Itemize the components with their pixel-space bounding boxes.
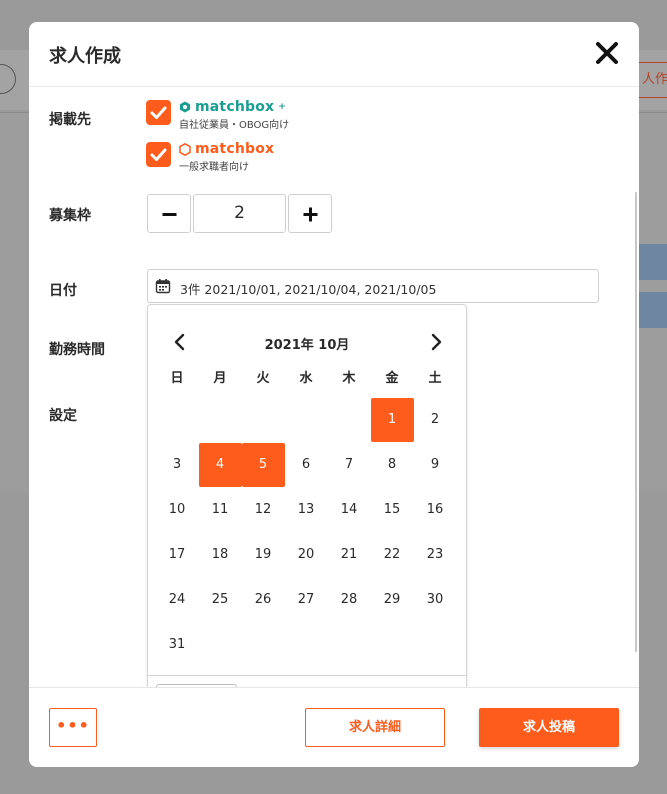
calendar-day[interactable]: 3 — [156, 443, 199, 487]
calendar-day[interactable]: 7 — [328, 443, 371, 487]
brand-subtitle: 一般求職者向け — [179, 162, 249, 173]
destination-checkbox-public[interactable] — [146, 142, 171, 167]
weekday-header: 金 — [385, 371, 399, 386]
calendar-day[interactable]: 20 — [285, 533, 328, 577]
calendar-day[interactable]: 8 — [371, 443, 414, 487]
job-create-modal: 求人作成 掲載先 matchbox + 自社従業員・OBOG向け matchbo… — [29, 22, 639, 767]
weekday-header: 木 — [342, 371, 356, 386]
calendar-day[interactable]: 28 — [328, 578, 371, 622]
calendar-day[interactable]: 22 — [371, 533, 414, 577]
weekday-header: 月 — [213, 371, 227, 386]
calendar-day[interactable]: 10 — [156, 488, 199, 532]
calendar-day[interactable]: 19 — [242, 533, 285, 577]
calendar-day[interactable]: 26 — [242, 578, 285, 622]
brand-subtitle: 自社従業員・OBOG向け — [179, 120, 290, 131]
calendar-day[interactable]: 31 — [156, 623, 199, 667]
matchbox-logo-icon — [179, 142, 191, 156]
calendar-day[interactable]: 15 — [371, 488, 414, 532]
minus-icon — [162, 213, 177, 216]
brand-name: matchbox — [195, 99, 275, 115]
date-picker-calendar: 2021年 10月 日月火水木金土 1 2 3 4 5 6 7 8 9 10 11 12 13 14 15 1… — [147, 304, 467, 708]
weekday-header: 水 — [299, 371, 313, 386]
calendar-day[interactable]: 16 — [414, 488, 457, 532]
date-label: 日付 — [49, 283, 77, 299]
calendar-day[interactable]: 24 — [156, 578, 199, 622]
weekday-header: 火 — [256, 371, 270, 386]
working-hours-label: 勤務時間 — [49, 342, 105, 358]
calendar-day[interactable]: 25 — [199, 578, 242, 622]
calendar-day[interactable]: 30 — [414, 578, 457, 622]
check-icon — [150, 106, 167, 119]
modal-header: 求人作成 — [29, 22, 639, 87]
background-block — [637, 292, 667, 328]
calendar-day[interactable]: 1 — [370, 398, 414, 442]
modal-footer: ••• 求人詳細 求人投稿 — [29, 687, 639, 767]
modal-scrollbar[interactable] — [635, 192, 637, 652]
post-job-button[interactable]: 求人投稿 — [479, 708, 619, 747]
chevron-right-icon — [431, 333, 442, 351]
calendar-day[interactable]: 23 — [414, 533, 457, 577]
calendar-day[interactable]: 12 — [242, 488, 285, 532]
calendar-day[interactable]: 13 — [285, 488, 328, 532]
close-icon — [596, 42, 618, 64]
background-block — [637, 244, 667, 280]
destination-checkbox-employee[interactable] — [146, 100, 171, 125]
matchbox-logo-icon — [180, 101, 190, 113]
settings-label: 設定 — [49, 408, 77, 424]
calendar-day[interactable]: 29 — [371, 578, 414, 622]
destination-label: 掲載先 — [49, 112, 91, 128]
slots-label: 募集枠 — [49, 208, 91, 224]
calendar-day[interactable]: 9 — [414, 443, 457, 487]
calendar-month-label: 2021年 10月 — [264, 338, 350, 353]
increment-button[interactable] — [288, 194, 332, 233]
decrement-button[interactable] — [147, 194, 191, 233]
background-create-button: 人作成 — [637, 62, 667, 98]
calendar-day[interactable]: 5 — [241, 443, 285, 487]
date-value: 3件 2021/10/01, 2021/10/04, 2021/10/05 — [180, 282, 437, 297]
plus-icon — [303, 207, 318, 222]
calendar-icon — [155, 279, 171, 294]
brand-name: matchbox — [195, 141, 275, 157]
date-input[interactable]: 3件 2021/10/01, 2021/10/04, 2021/10/05 — [147, 269, 599, 303]
close-button[interactable] — [595, 41, 619, 65]
more-options-button[interactable]: ••• — [49, 708, 97, 747]
slots-value[interactable]: 2 — [193, 194, 286, 233]
check-icon — [150, 148, 167, 161]
brand-matchbox-public: matchbox 一般求職者向け — [179, 141, 274, 173]
modal-title: 求人作成 — [49, 46, 121, 67]
calendar-day[interactable]: 27 — [285, 578, 328, 622]
job-detail-button[interactable]: 求人詳細 — [305, 708, 445, 747]
calendar-day[interactable]: 18 — [199, 533, 242, 577]
brand-matchbox-employee: matchbox + 自社従業員・OBOG向け — [179, 99, 290, 131]
calendar-day[interactable]: 17 — [156, 533, 199, 577]
calendar-day[interactable]: 14 — [328, 488, 371, 532]
calendar-day[interactable]: 6 — [285, 443, 328, 487]
weekday-header: 土 — [428, 371, 442, 386]
calendar-day[interactable]: 11 — [199, 488, 242, 532]
calendar-day[interactable]: 4 — [198, 443, 242, 487]
calendar-day[interactable]: 2 — [414, 398, 457, 442]
calendar-day[interactable]: 21 — [328, 533, 371, 577]
next-month-button[interactable] — [428, 333, 444, 351]
weekday-header: 日 — [170, 371, 184, 386]
